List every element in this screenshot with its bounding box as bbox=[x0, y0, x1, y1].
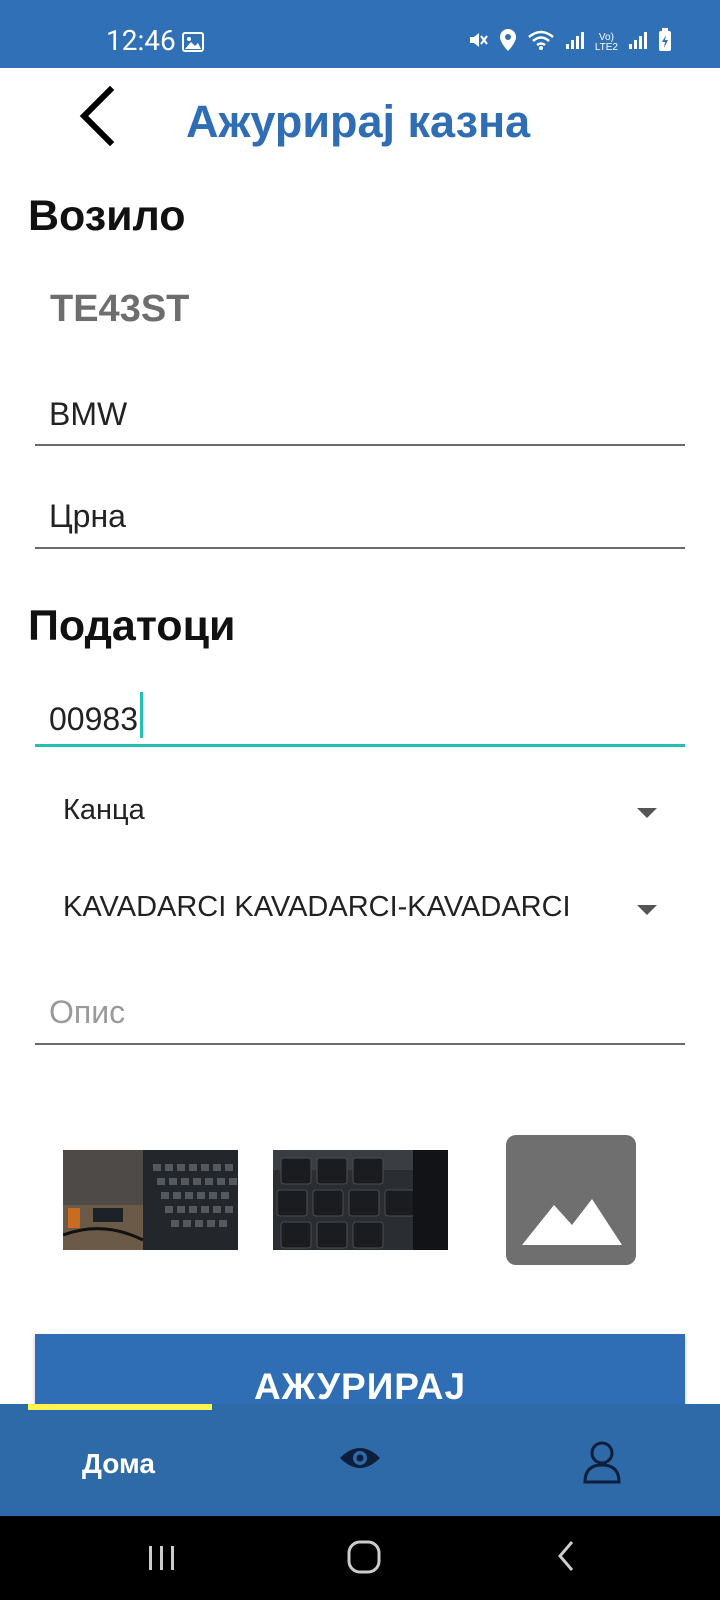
dropdown-arrow-icon bbox=[637, 905, 657, 915]
color-value: Црна bbox=[49, 498, 126, 534]
mute-icon bbox=[467, 29, 489, 56]
status-time: 12:46 bbox=[106, 24, 176, 57]
nav-view-tab[interactable] bbox=[338, 1444, 382, 1477]
signal-2-icon bbox=[628, 30, 648, 55]
recent-apps-button[interactable] bbox=[146, 1536, 178, 1581]
description-input[interactable]: Опис bbox=[35, 978, 685, 1045]
location-dropdown[interactable]: KAVADARCI KAVADARCI-KAVADARCI bbox=[35, 881, 685, 941]
active-tab-indicator bbox=[28, 1404, 212, 1410]
brand-value: BMW bbox=[49, 396, 128, 432]
keyboard-closeup-photo bbox=[273, 1150, 448, 1250]
home-button[interactable] bbox=[344, 1536, 384, 1581]
update-button[interactable]: АЖУРИРАЈ bbox=[35, 1334, 685, 1404]
back-arrow-icon bbox=[79, 85, 115, 147]
nav-home-tab[interactable]: Дома bbox=[82, 1448, 155, 1480]
volte-icon: Vo) LTE2 bbox=[594, 31, 618, 53]
system-back-icon bbox=[558, 1541, 574, 1571]
home-icon bbox=[347, 1540, 381, 1574]
number-value: 00983 bbox=[49, 701, 138, 737]
system-navigation-bar bbox=[0, 1516, 720, 1600]
description-placeholder: Опис bbox=[49, 994, 126, 1030]
number-input[interactable]: 00983 bbox=[35, 676, 685, 747]
type-dropdown[interactable]: Канца bbox=[35, 784, 685, 844]
signal-icon bbox=[565, 30, 585, 55]
color-field[interactable]: Црна bbox=[35, 482, 685, 549]
wifi-icon bbox=[527, 29, 555, 56]
system-back-button[interactable] bbox=[552, 1536, 580, 1581]
nav-profile-tab[interactable] bbox=[582, 1440, 622, 1489]
eye-icon bbox=[340, 1448, 380, 1468]
page-title: Ажурирај казна bbox=[186, 96, 531, 147]
vehicle-section-title: Возило bbox=[28, 192, 186, 240]
plate-number: TE43ST bbox=[50, 288, 190, 330]
add-photo-button[interactable] bbox=[506, 1135, 636, 1265]
status-icons: Vo) LTE2 bbox=[467, 28, 672, 57]
details-section-title: Податоци bbox=[28, 602, 236, 650]
status-bar: 12:46 Vo) LTE2 bbox=[0, 0, 720, 68]
brand-field[interactable]: BMW bbox=[35, 380, 685, 446]
dropdown-arrow-icon bbox=[637, 808, 657, 818]
number-input-text: 00983 bbox=[49, 692, 143, 738]
back-button[interactable] bbox=[74, 82, 144, 152]
photo-thumbnail-1[interactable] bbox=[63, 1150, 238, 1250]
gallery-notification-icon bbox=[182, 32, 204, 57]
text-cursor bbox=[139, 692, 143, 738]
recent-apps-icon bbox=[149, 1546, 174, 1570]
bottom-navigation: Дома bbox=[0, 1404, 720, 1516]
keyboard-photo bbox=[63, 1150, 238, 1250]
app-header: Ажурирај казна bbox=[0, 68, 720, 172]
location-selected: KAVADARCI KAVADARCI-KAVADARCI bbox=[63, 891, 571, 923]
type-selected: Канца bbox=[63, 794, 145, 826]
profile-icon bbox=[583, 1441, 621, 1484]
location-icon bbox=[499, 28, 517, 57]
battery-icon bbox=[658, 28, 672, 57]
image-placeholder-icon bbox=[522, 1199, 622, 1245]
photo-thumbnail-2[interactable] bbox=[273, 1150, 448, 1250]
